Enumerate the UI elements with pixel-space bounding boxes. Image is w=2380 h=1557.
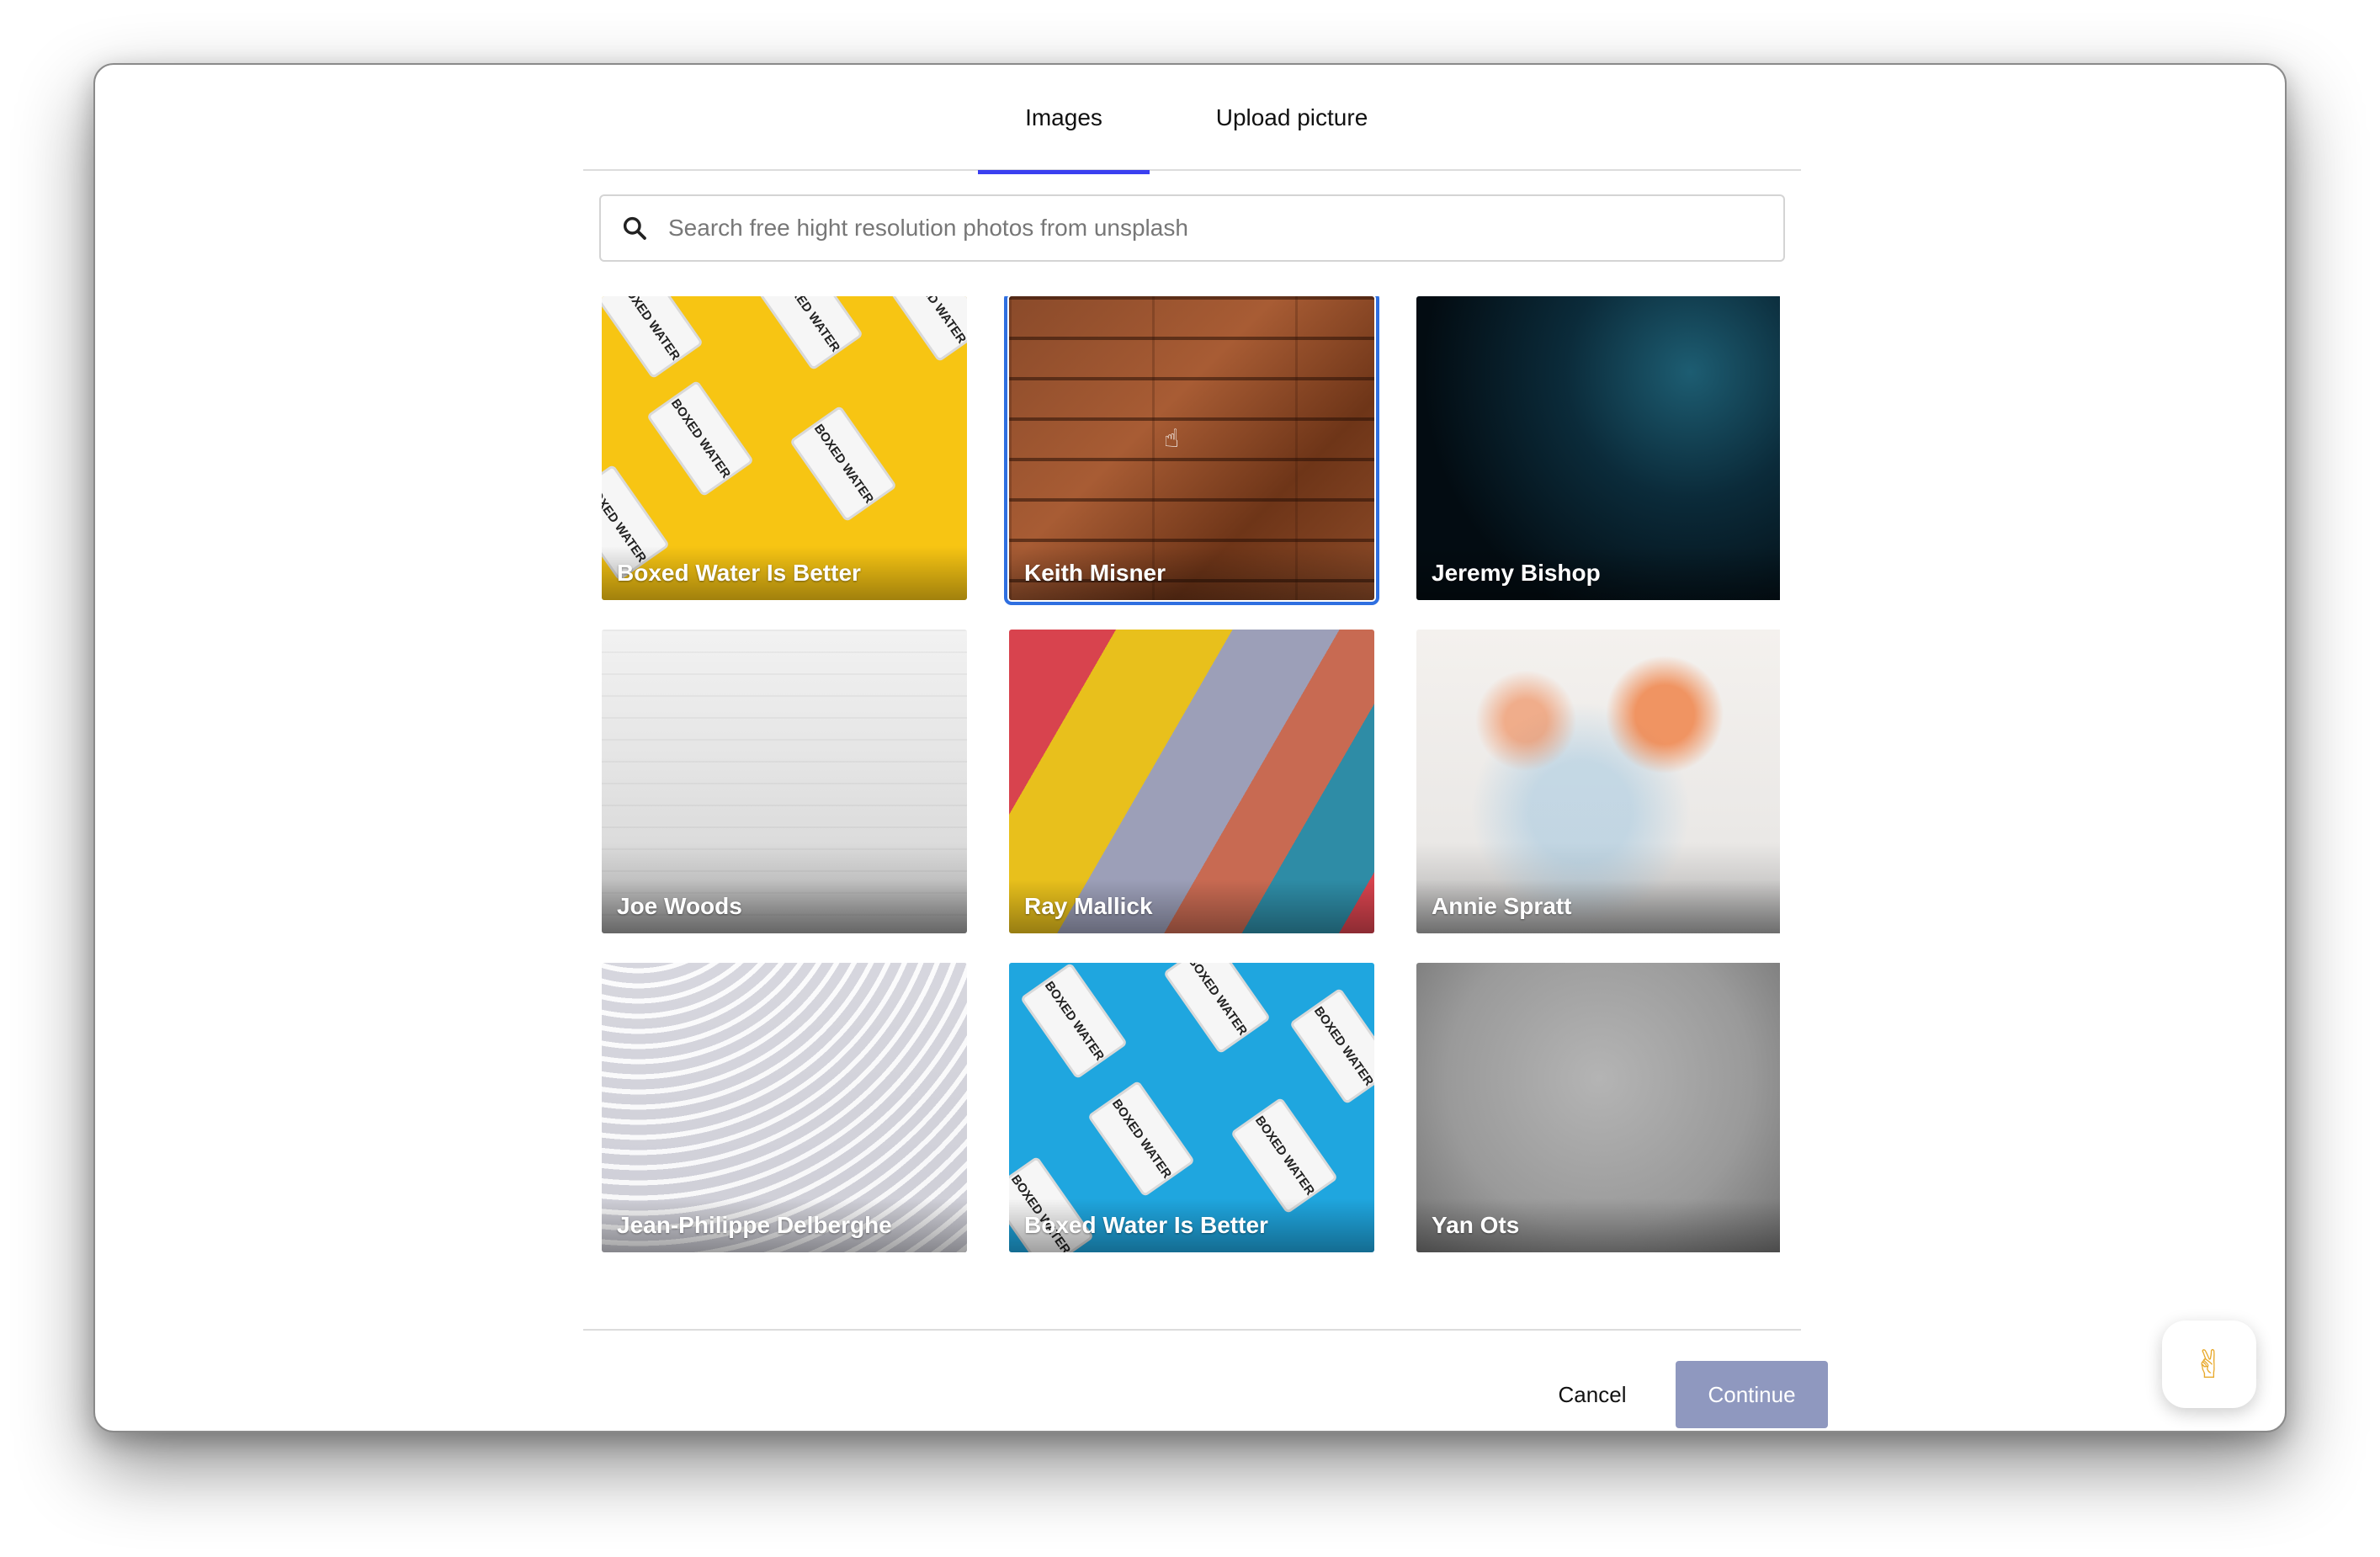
carton-label: BOXED WATER [667,396,733,481]
image-author: Yan Ots [1416,1198,1780,1252]
image-tile-boxed-water-yellow[interactable]: BOXED WATER BOXED WATER BOXED WATER BOXE… [602,296,967,600]
search-input[interactable] [668,203,1762,253]
image-author: Keith Misner [1009,546,1374,600]
active-tab-indicator [978,170,1150,174]
image-author: Annie Spratt [1416,879,1780,933]
carton-label: BOXED WATER [1108,1096,1174,1182]
image-author: Ray Mallick [1009,879,1374,933]
image-tile-white-brick[interactable]: Joe Woods [602,630,967,933]
continue-button[interactable]: Continue [1676,1361,1828,1428]
dialog-window: Images Upload picture BOXED WATER BOXED … [93,63,2287,1432]
hand-pointer-icon: ☝ [1164,425,1180,453]
tab-images[interactable]: Images [978,65,1150,171]
carton-graphic: BOXED WATER [1230,1097,1339,1214]
carton-graphic: BOXED WATER [1288,987,1374,1105]
image-author: Jean-Philippe Delberghe [602,1198,967,1252]
image-picker-dialog: Images Upload picture BOXED WATER BOXED … [583,65,1828,1431]
cancel-button[interactable]: Cancel [1533,1361,1652,1428]
image-tile-wood[interactable]: ☝ Keith Misner [1004,296,1379,605]
footer-divider [583,1329,1801,1331]
image-grid: BOXED WATER BOXED WATER BOXED WATER BOXE… [602,296,1780,1315]
image-tile-dark-sky[interactable]: Jeremy Bishop [1416,296,1780,600]
carton-label: BOXED WATER [1184,963,1250,1039]
tab-upload-picture[interactable]: Upload picture [1191,65,1393,171]
carton-graphic: BOXED WATER [645,380,755,497]
image-author: Boxed Water Is Better [1009,1198,1374,1252]
search-box[interactable] [599,194,1785,262]
image-tile-white-waves[interactable]: Jean-Philippe Delberghe [602,963,967,1252]
image-author: Boxed Water Is Better [602,546,967,600]
carton-graphic: BOXED WATER [755,296,864,371]
image-tile-color-stripes[interactable]: Ray Mallick [1009,630,1374,933]
carton-graphic: BOXED WATER [789,405,898,523]
carton-graphic: BOXED WATER [881,296,967,363]
carton-label: BOXED WATER [617,296,683,364]
carton-graphic: BOXED WATER [1019,963,1129,1080]
carton-label: BOXED WATER [777,296,842,355]
carton-label: BOXED WATER [1251,1113,1317,1198]
carton-graphic: BOXED WATER [1162,963,1272,1055]
image-author: Joe Woods [602,879,967,933]
image-author: Jeremy Bishop [1416,546,1780,600]
carton-label: BOXED WATER [903,296,967,347]
carton-label: BOXED WATER [1310,1003,1374,1089]
image-tile-gray-concrete[interactable]: Yan Ots [1416,963,1780,1252]
carton-graphic: BOXED WATER [1086,1080,1196,1198]
image-tile-boxed-water-blue[interactable]: BOXED WATER BOXED WATER BOXED WATER BOXE… [1009,963,1374,1252]
carton-label: BOXED WATER [1041,978,1107,1064]
victory-hand-icon[interactable]: ✌ [2162,1321,2256,1408]
carton-graphic: BOXED WATER [602,296,704,380]
tab-bar: Images Upload picture [583,65,1801,174]
search-icon [601,196,668,260]
image-tile-paint-splash[interactable]: Annie Spratt [1416,630,1780,933]
carton-label: BOXED WATER [810,421,876,507]
